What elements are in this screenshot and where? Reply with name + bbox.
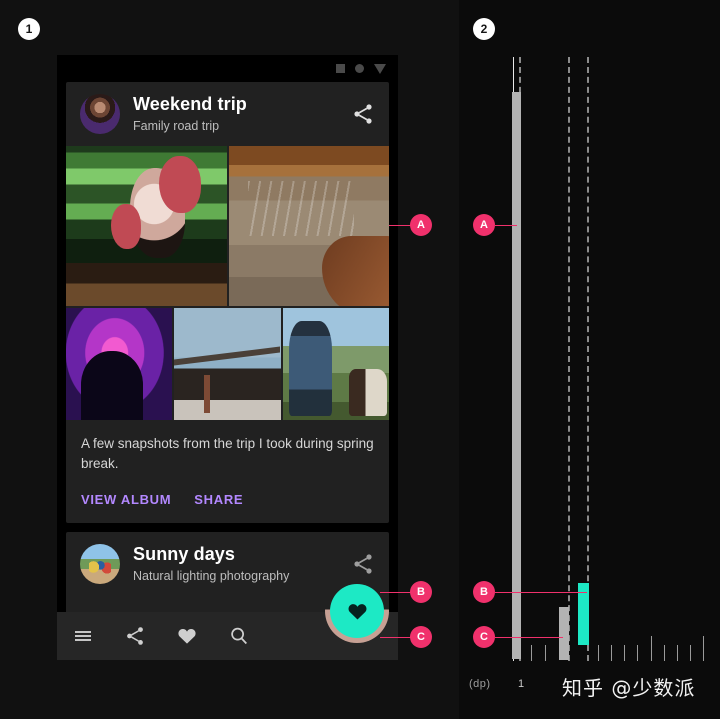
marker-a: A bbox=[410, 214, 432, 236]
ruler-tick bbox=[690, 645, 691, 661]
gridline-6dp bbox=[587, 57, 589, 661]
share-icon[interactable] bbox=[351, 102, 375, 126]
marker-b: B bbox=[473, 581, 495, 603]
photo-purple-silhouette[interactable] bbox=[66, 308, 173, 420]
content-scroll-area[interactable]: Weekend trip Family road trip A few snap… bbox=[57, 82, 398, 660]
leader-line-b bbox=[495, 592, 587, 593]
mockup-panel: 1 Weekend trip Family road trip A few sn… bbox=[0, 0, 459, 719]
phone-mockup: Weekend trip Family road trip A few snap… bbox=[57, 55, 398, 660]
card-actions: VIEW ALBUM SHARE bbox=[66, 474, 389, 523]
menu-icon[interactable] bbox=[57, 612, 109, 660]
avatar[interactable] bbox=[80, 94, 120, 134]
ruler-tick bbox=[545, 645, 546, 661]
view-album-button[interactable]: VIEW ALBUM bbox=[81, 492, 171, 507]
elevation-panel: 2 (dp) 1 A B C 知乎 @少数派 bbox=[459, 0, 720, 719]
ruler-tick bbox=[664, 645, 665, 661]
photo-chalk-wall[interactable] bbox=[228, 146, 389, 306]
leader-line-c bbox=[380, 637, 411, 638]
photo-woman-cattle[interactable] bbox=[282, 308, 389, 420]
card-subtitle: Natural lighting photography bbox=[133, 568, 290, 583]
card-weekend-trip[interactable]: Weekend trip Family road trip A few snap… bbox=[66, 82, 389, 523]
photo-road-train[interactable] bbox=[174, 308, 281, 420]
ruler-tick bbox=[624, 645, 625, 661]
axis-unit-label: (dp) bbox=[469, 678, 491, 690]
heart-icon[interactable] bbox=[161, 612, 213, 660]
leader-line-a bbox=[389, 225, 411, 226]
heart-icon bbox=[348, 603, 366, 619]
screenshot-root: 1 Weekend trip Family road trip A few sn… bbox=[0, 0, 720, 719]
card-description: A few snapshots from the trip I took dur… bbox=[81, 436, 374, 471]
leader-line-c bbox=[495, 637, 563, 638]
axis-tick-label-1: 1 bbox=[518, 678, 525, 690]
ruler-tick bbox=[637, 645, 638, 661]
watermark: 知乎 @少数派 bbox=[562, 676, 696, 700]
circle-icon bbox=[355, 64, 364, 73]
panel-number-2: 2 bbox=[473, 18, 495, 40]
marker-c: C bbox=[473, 626, 495, 648]
bar-a-card-elevation bbox=[512, 92, 521, 659]
card-header-text: Weekend trip Family road trip bbox=[133, 94, 338, 134]
triangle-down-icon bbox=[374, 63, 386, 74]
avatar[interactable] bbox=[80, 543, 120, 584]
share-icon[interactable] bbox=[351, 552, 375, 576]
card-title: Weekend trip bbox=[133, 94, 247, 115]
card-body: A few snapshots from the trip I took dur… bbox=[66, 420, 389, 474]
photo-grid-bottom[interactable] bbox=[66, 308, 389, 420]
share-icon[interactable] bbox=[109, 612, 161, 660]
bar-c-bottom-bar-elevation bbox=[559, 607, 569, 660]
ruler-tick bbox=[611, 645, 612, 661]
card-header: Weekend trip Family road trip bbox=[66, 82, 389, 146]
panel-number-1: 1 bbox=[18, 18, 40, 40]
ruler-tick bbox=[598, 645, 599, 661]
status-bar bbox=[57, 55, 398, 82]
floating-action-button[interactable] bbox=[330, 584, 384, 638]
search-icon[interactable] bbox=[213, 612, 265, 660]
gridline-4dp bbox=[568, 57, 570, 661]
ruler-tick-major bbox=[651, 636, 652, 661]
marker-a: A bbox=[473, 214, 495, 236]
leader-line-b bbox=[380, 592, 411, 593]
ruler-tick bbox=[677, 645, 678, 661]
ruler-tick-major bbox=[703, 636, 704, 661]
ruler-tick bbox=[531, 645, 532, 661]
share-button[interactable]: SHARE bbox=[194, 492, 243, 507]
card-header-text: Sunny days Natural lighting photography bbox=[133, 544, 338, 584]
card-title: Sunny days bbox=[133, 543, 236, 564]
marker-b: B bbox=[410, 581, 432, 603]
photo-grid-top[interactable] bbox=[66, 146, 389, 306]
card-subtitle: Family road trip bbox=[133, 118, 220, 133]
marker-c: C bbox=[410, 626, 432, 648]
square-icon bbox=[336, 64, 345, 73]
leader-line-a bbox=[495, 225, 517, 226]
photo-pig[interactable] bbox=[66, 146, 227, 306]
